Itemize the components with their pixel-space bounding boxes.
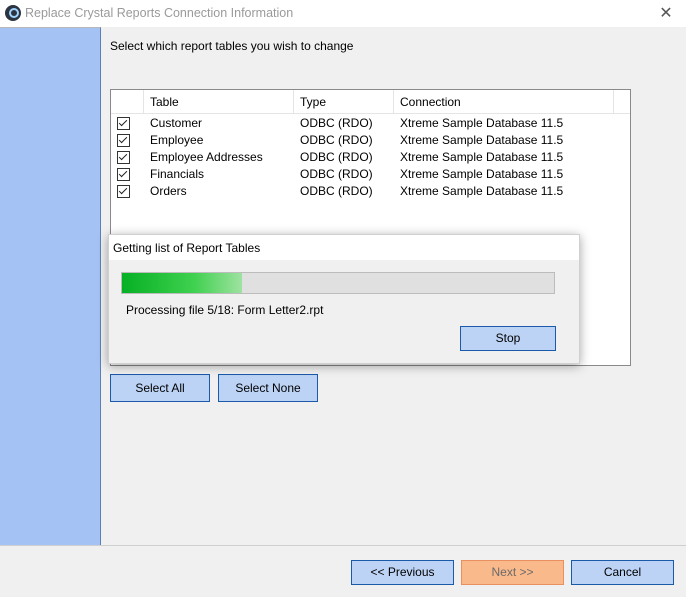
window-title: Replace Crystal Reports Connection Infor…: [25, 6, 294, 20]
progress-dialog-title-bar: Getting list of Report Tables: [109, 235, 579, 260]
table-type-cell: ODBC (RDO): [300, 184, 373, 198]
table-row[interactable]: Employee ODBC (RDO) Xtreme Sample Database…: [111, 132, 630, 149]
table-type-cell: ODBC (RDO): [300, 167, 373, 181]
cancel-button[interactable]: Cancel: [571, 560, 674, 585]
checkbox-checked-icon[interactable]: [117, 168, 130, 181]
progress-status: Processing file 5/18: Form Letter2.rpt: [126, 303, 324, 317]
next-button: Next >>: [461, 560, 564, 585]
checkbox-checked-icon[interactable]: [117, 134, 130, 147]
table-connection-cell: Xtreme Sample Database 11.5: [400, 150, 564, 164]
table-connection-cell: Xtreme Sample Database 11.5: [400, 167, 564, 181]
table-type-cell: ODBC (RDO): [300, 116, 373, 130]
table-row[interactable]: Customer ODBC (RDO) Xtreme Sample Database…: [111, 115, 630, 132]
table-name-cell: Employee Addresses: [150, 150, 263, 164]
crystal-reports-icon: [5, 5, 21, 21]
footer-divider: [0, 545, 686, 546]
column-header-type[interactable]: Type: [294, 90, 394, 113]
table-row[interactable]: Orders ODBC (RDO) Xtreme Sample Database 1…: [111, 183, 630, 200]
close-icon[interactable]: ✕: [652, 3, 680, 25]
progress-bar: [121, 272, 555, 294]
table-connection-cell: Xtreme Sample Database 11.5: [400, 116, 564, 130]
table-name-cell: Orders: [150, 184, 187, 198]
progress-dialog: Getting list of Report Tables Processing…: [108, 234, 580, 364]
stop-button[interactable]: Stop: [460, 326, 556, 351]
progress-bar-fill: [122, 273, 242, 293]
table-name-cell: Customer: [150, 116, 203, 130]
table-type-cell: ODBC (RDO): [300, 150, 373, 164]
progress-dialog-title: Getting list of Report Tables: [113, 241, 261, 255]
wizard-sidebar: [0, 27, 101, 545]
table-connection-cell: Xtreme Sample Database 11.5: [400, 184, 564, 198]
table-name-cell: Employee: [150, 133, 204, 147]
column-header-table[interactable]: Table: [144, 90, 294, 113]
previous-button[interactable]: << Previous: [351, 560, 454, 585]
table-name-cell: Financials: [150, 167, 205, 181]
table-row[interactable]: Financials ODBC (RDO) Xtreme Sample Databa…: [111, 166, 630, 183]
table-type-cell: ODBC (RDO): [300, 133, 373, 147]
checkbox-checked-icon[interactable]: [117, 151, 130, 164]
checkbox-checked-icon[interactable]: [117, 185, 130, 198]
column-header-connection[interactable]: Connection: [394, 90, 614, 113]
table-connection-cell: Xtreme Sample Database 11.5: [400, 133, 564, 147]
checkbox-checked-icon[interactable]: [117, 117, 130, 130]
select-none-button[interactable]: Select None: [218, 374, 318, 402]
checkbox-column-header: [111, 90, 144, 113]
instruction-text: Select which report tables you wish to c…: [110, 39, 354, 53]
list-header: Table Type Connection: [111, 90, 630, 114]
select-all-button[interactable]: Select All: [110, 374, 210, 402]
table-row[interactable]: Employee Addresses ODBC (RDO) Xtreme Sampl…: [111, 149, 630, 166]
title-bar: Replace Crystal Reports Connection Infor…: [0, 0, 686, 27]
